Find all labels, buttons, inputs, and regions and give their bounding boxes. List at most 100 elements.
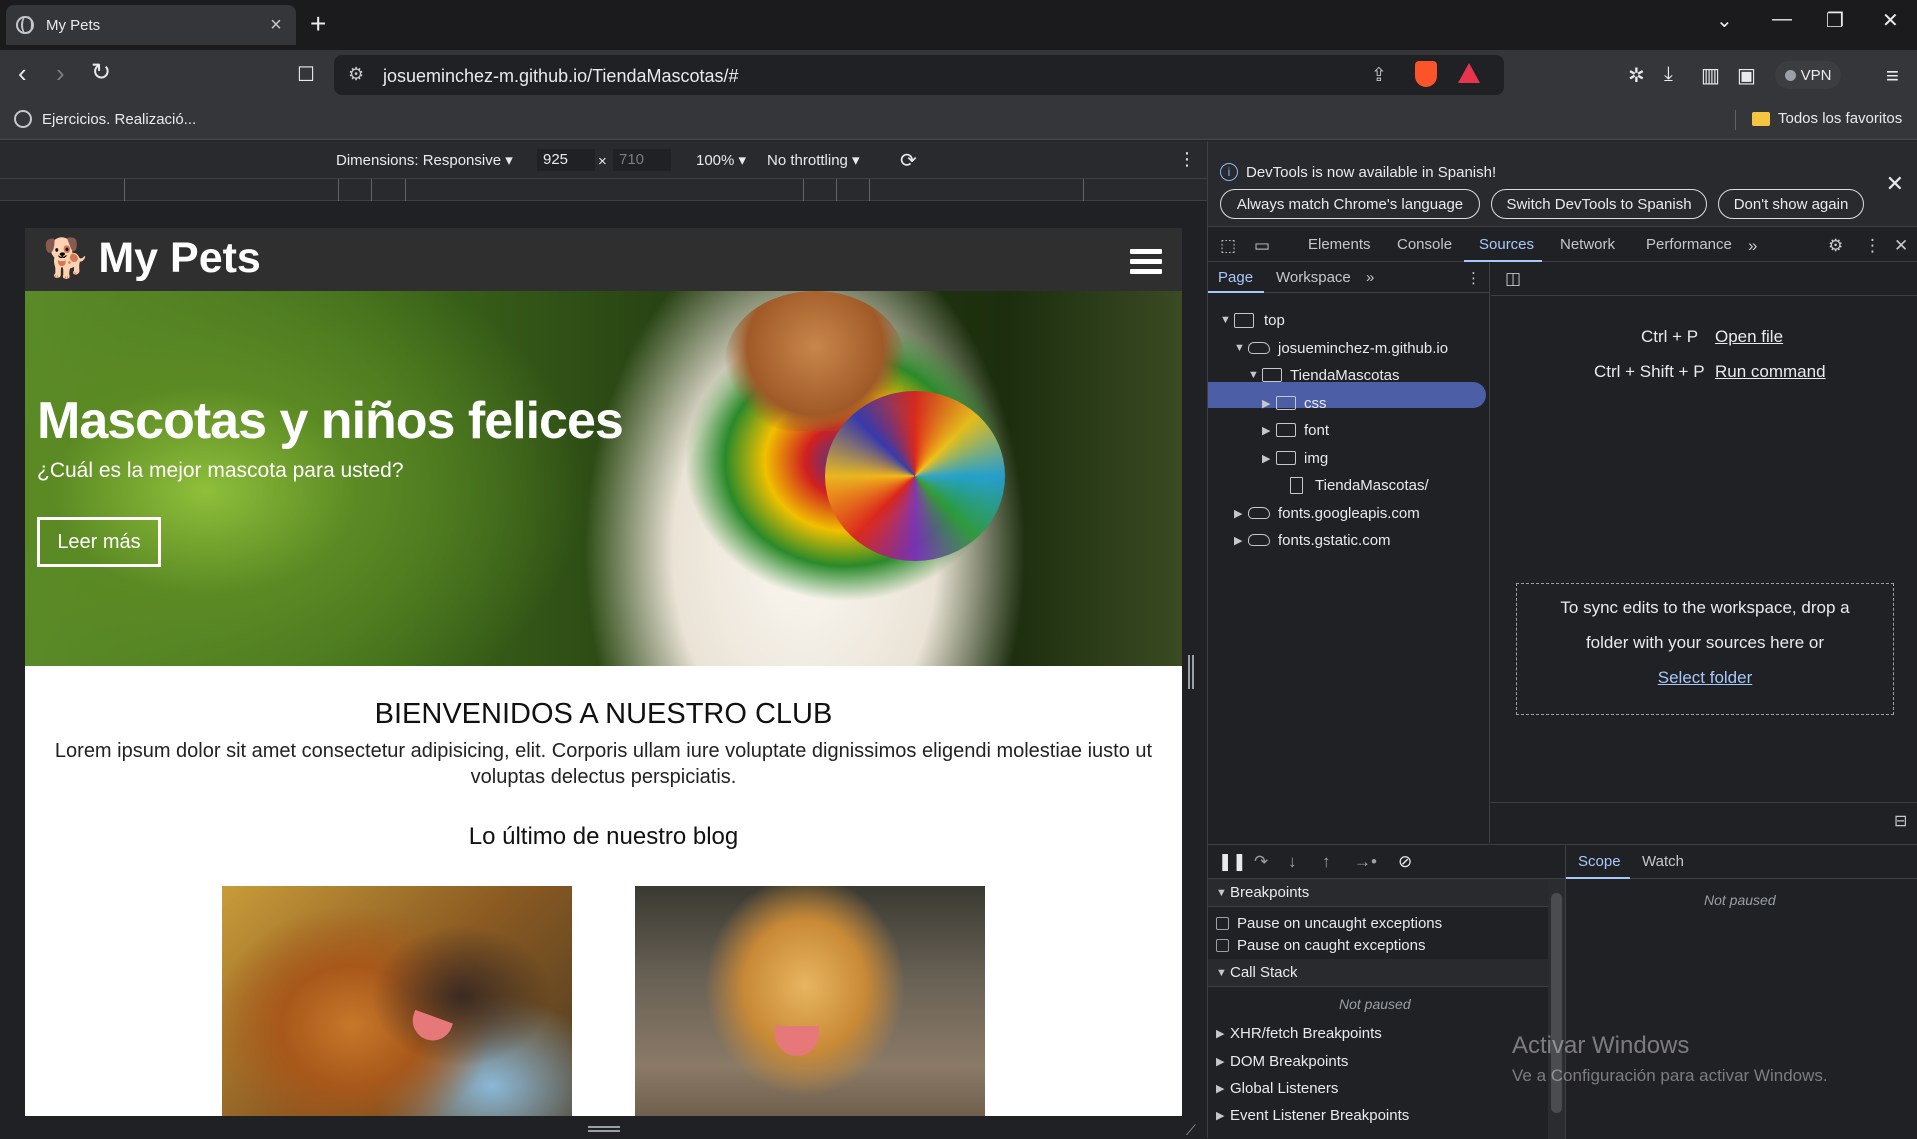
tab-network[interactable]: Network	[1560, 236, 1615, 253]
back-button[interactable]: ‹	[18, 58, 27, 88]
toggle-debugger-icon[interactable]: ⊟	[1894, 811, 1907, 831]
viewport-resize-handle[interactable]	[1188, 655, 1194, 689]
bookmark-icon[interactable]: ☐	[297, 60, 315, 90]
hamburger-menu-icon[interactable]	[1130, 249, 1162, 275]
minimize-button[interactable]: —	[1772, 8, 1792, 31]
deactivate-breakpoints-icon[interactable]: ⊘	[1398, 852, 1412, 872]
pause-icon[interactable]: ❚❚	[1218, 852, 1247, 872]
downloads-icon[interactable]: ⤓	[1664, 63, 1673, 86]
forward-button[interactable]: ›	[56, 58, 65, 88]
welcome-heading: BIENVENIDOS A NUESTRO CLUB	[374, 698, 833, 730]
site-logo[interactable]: 🐕 My Pets	[43, 234, 261, 283]
blog-image[interactable]	[222, 886, 572, 1116]
tab-performance[interactable]: Performance	[1646, 236, 1732, 253]
device-toolbar-icon[interactable]: ▭	[1254, 236, 1270, 256]
tab-workspace[interactable]: Workspace	[1276, 269, 1351, 286]
pause-caught-checkbox[interactable]: Pause on caught exceptions	[1216, 937, 1425, 954]
tree-item-css[interactable]: ▶ css	[1262, 390, 1327, 416]
step-into-icon[interactable]: ↓	[1288, 852, 1297, 872]
dimensions-select[interactable]: Dimensions: Responsive ▾	[336, 151, 513, 169]
zoom-select[interactable]: 100% ▾	[696, 151, 746, 169]
step-over-icon[interactable]: ↷	[1254, 852, 1268, 872]
pets-icon: 🐕	[43, 237, 91, 280]
wallet-icon[interactable]: ▣	[1737, 63, 1756, 88]
tree-item-file[interactable]: TiendaMascotas/	[1290, 472, 1429, 498]
global-listeners-section[interactable]: ▶ Global Listeners	[1208, 1074, 1548, 1102]
brave-shields-icon[interactable]	[1415, 61, 1437, 87]
dont-show-again-button[interactable]: Don't show again	[1718, 189, 1864, 219]
run-command-shortcut: Ctrl + Shift + P	[1594, 362, 1705, 381]
welcome-text: Lorem ipsum dolor sit amet consectetur a…	[54, 740, 1153, 788]
tree-item-domain[interactable]: ▼ josueminchez-m.github.io	[1234, 335, 1448, 361]
tab-watch[interactable]: Watch	[1642, 853, 1684, 870]
extensions-icon[interactable]: ✲	[1628, 63, 1645, 88]
corner-resize-icon[interactable]: ⟋	[1186, 1122, 1196, 1139]
run-command-link[interactable]: Run command	[1715, 362, 1826, 382]
more-options-icon[interactable]: ⋮	[1178, 149, 1196, 170]
step-icon[interactable]: →•	[1354, 852, 1377, 872]
open-file-link[interactable]: Open file	[1715, 327, 1783, 347]
brave-rewards-icon[interactable]	[1458, 63, 1480, 83]
address-bar[interactable]: ⚙ josueminchez-m.github.io/TiendaMascota…	[334, 55, 1504, 95]
media-query-bar[interactable]	[0, 179, 1207, 201]
tab-console[interactable]: Console	[1397, 236, 1452, 253]
throttling-select[interactable]: No throttling ▾	[767, 151, 860, 169]
close-devtools-icon[interactable]: ✕	[1894, 236, 1908, 256]
tree-item-font[interactable]: ▶ font	[1262, 417, 1329, 443]
vpn-button[interactable]: VPN	[1775, 61, 1841, 89]
workspace-dropzone[interactable]: To sync edits to the workspace, drop a f…	[1516, 583, 1894, 715]
inspect-element-icon[interactable]: ⬚	[1220, 236, 1236, 256]
blog-image[interactable]	[635, 886, 985, 1116]
vpn-status-icon	[1784, 69, 1796, 81]
maximize-button[interactable]: ❐	[1826, 8, 1844, 33]
more-navigator-tabs-icon[interactable]: »	[1366, 269, 1374, 286]
tab-elements[interactable]: Elements	[1308, 236, 1371, 253]
all-bookmarks-button[interactable]: Todos los favoritos	[1752, 110, 1902, 127]
tree-item-top[interactable]: ▼ top	[1220, 307, 1285, 333]
sources-editor: ◫ Ctrl + P Open file Ctrl + Shift + P Ru…	[1491, 263, 1917, 843]
read-more-button[interactable]: Leer más	[37, 517, 161, 567]
reload-button[interactable]: ↻	[91, 58, 111, 88]
customize-menu-icon[interactable]: ⋮	[1864, 236, 1881, 256]
viewport-resize-handle-bottom[interactable]	[588, 1126, 620, 1132]
menu-icon[interactable]: ≡	[1886, 63, 1899, 89]
site-info-icon[interactable]: ⚙	[348, 64, 364, 85]
folder-icon	[1752, 111, 1770, 126]
call-stack-section[interactable]: ▼ Call Stack	[1208, 959, 1548, 987]
tab-scope[interactable]: Scope	[1578, 853, 1621, 870]
navigator-menu-icon[interactable]: ⋮	[1466, 269, 1481, 287]
browser-tab[interactable]: My Pets ×	[6, 5, 296, 45]
sidebar-icon[interactable]: ▥	[1701, 63, 1720, 88]
match-language-button[interactable]: Always match Chrome's language	[1220, 189, 1480, 219]
toggle-navigator-icon[interactable]: ◫	[1505, 269, 1521, 289]
height-input[interactable]: 710	[613, 149, 671, 171]
url-text[interactable]: josueminchez-m.github.io/TiendaMascotas/…	[383, 66, 739, 87]
bookmark-item[interactable]: Ejercicios. Realizació...	[14, 110, 196, 128]
hero-title: Mascotas y niños felices	[37, 392, 624, 450]
tab-sources[interactable]: Sources	[1479, 236, 1534, 253]
close-tab-icon[interactable]: ×	[266, 14, 286, 37]
tree-item-gstatic[interactable]: ▶ fonts.gstatic.com	[1234, 527, 1391, 553]
close-window-button[interactable]: ✕	[1882, 8, 1899, 33]
rotate-icon[interactable]: ⟳	[900, 148, 917, 173]
tree-item-folder[interactable]: ▼ TiendaMascotas	[1248, 362, 1400, 388]
switch-language-button[interactable]: Switch DevTools to Spanish	[1491, 189, 1707, 219]
select-folder-link[interactable]: Select folder	[1658, 668, 1753, 687]
breakpoints-section[interactable]: ▼ Breakpoints	[1208, 879, 1548, 907]
new-tab-button[interactable]: +	[310, 8, 326, 40]
more-tabs-icon[interactable]: »	[1748, 236, 1757, 256]
tree-item-googleapis[interactable]: ▶ fonts.googleapis.com	[1234, 500, 1420, 526]
xhr-breakpoints-section[interactable]: ▶ XHR/fetch Breakpoints	[1208, 1019, 1548, 1047]
close-infobar-icon[interactable]: ✕	[1886, 171, 1904, 197]
event-listener-section[interactable]: ▶ Event Listener Breakpoints	[1208, 1101, 1548, 1129]
tree-item-img[interactable]: ▶ img	[1262, 445, 1328, 471]
tab-search-icon[interactable]: ⌄	[1716, 8, 1733, 33]
tab-page[interactable]: Page	[1218, 269, 1253, 286]
share-icon[interactable]: ⇪	[1371, 64, 1387, 87]
dom-breakpoints-section[interactable]: ▶ DOM Breakpoints	[1208, 1047, 1548, 1075]
settings-gear-icon[interactable]: ⚙	[1828, 236, 1843, 256]
width-input[interactable]: 925	[537, 149, 595, 171]
pause-uncaught-checkbox[interactable]: Pause on uncaught exceptions	[1216, 915, 1442, 932]
step-out-icon[interactable]: ↑	[1322, 852, 1331, 872]
debugger-scrollbar[interactable]	[1548, 879, 1565, 1139]
